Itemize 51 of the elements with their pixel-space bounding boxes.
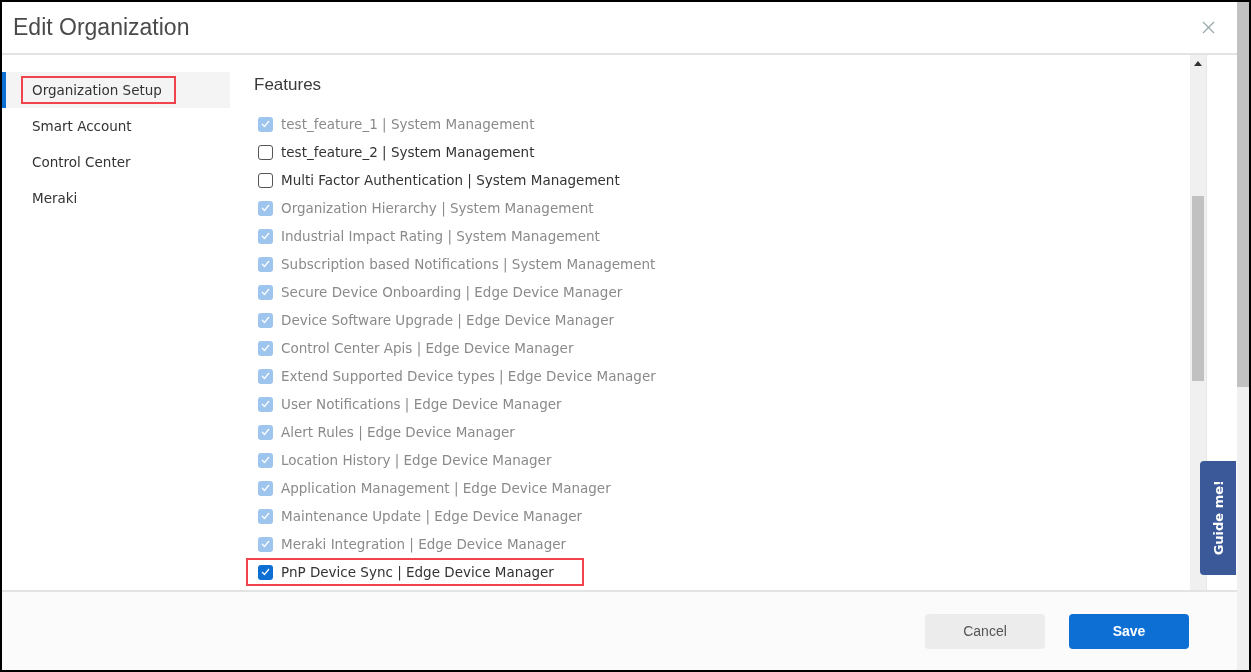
sidebar-item[interactable]: Organization Setup: [2, 72, 230, 108]
close-icon[interactable]: [1202, 21, 1215, 34]
feature-label: Secure Device Onboarding | Edge Device Manager: [281, 284, 623, 300]
check-icon: [261, 428, 270, 436]
save-button[interactable]: Save: [1069, 613, 1189, 649]
feature-label: Industrial Impact Rating | System Management: [281, 228, 600, 244]
feature-label: PnP Device Sync | Edge Device Manager: [281, 564, 554, 580]
feature-label: test_feature_1 | System Management: [281, 116, 535, 132]
guide-tab[interactable]: Guide me!: [1200, 461, 1236, 575]
checkbox[interactable]: [258, 564, 273, 580]
feature-label: Meraki Integration | Edge Device Manager: [281, 536, 567, 552]
page-scrollbar[interactable]: [1237, 2, 1249, 670]
feature-label: Extend Supported Device types | Edge Device Manager: [281, 368, 656, 384]
feature-label: Maintenance Update | Edge Device Manager: [281, 508, 583, 524]
check-icon: [261, 372, 270, 380]
scrollbar[interactable]: [1190, 55, 1206, 590]
feature-label: Control Center Apis | Edge Device Manager: [281, 340, 574, 356]
check-icon: [261, 204, 270, 212]
check-icon: [261, 232, 270, 240]
section-heading: Features: [254, 75, 323, 95]
sidebar-item[interactable]: Smart Account: [2, 108, 230, 144]
check-icon: [261, 120, 270, 128]
check-icon: [261, 288, 270, 296]
checkbox[interactable]: [258, 172, 273, 188]
dialog-title: Edit Organization: [13, 14, 190, 41]
check-icon: [261, 512, 270, 520]
check-icon: [261, 316, 270, 324]
highlighted-label: Smart Account: [31, 117, 133, 136]
check-icon: [261, 456, 270, 464]
feature-label: Alert Rules | Edge Device Manager: [281, 424, 515, 440]
feature-label: test_feature_2 | System Management: [281, 144, 535, 160]
highlighted-label: Meraki: [31, 189, 79, 208]
check-icon: [261, 540, 270, 548]
sidebar-item[interactable]: Control Center: [2, 144, 230, 180]
cancel-button[interactable]: Cancel: [925, 613, 1045, 649]
check-icon: [261, 344, 270, 352]
feature-label: Organization Hierarchy | System Management: [281, 200, 594, 216]
feature-label: User Notifications | Edge Device Manager: [281, 396, 562, 412]
feature-label: Device Software Upgrade | Edge Device Manager: [281, 312, 614, 328]
highlighted-label: Organization Setup: [23, 78, 174, 102]
check-icon: [261, 484, 270, 492]
check-icon: [261, 260, 270, 268]
feature-label: Location History | Edge Device Manager: [281, 452, 552, 468]
feature-label: Subscription based Notifications | System Management: [281, 256, 656, 272]
feature-label: Multi Factor Authentication | System Management: [281, 172, 620, 188]
feature-label: Application Management | Edge Device Manager: [281, 480, 611, 496]
checkbox[interactable]: [258, 144, 273, 160]
check-icon: [261, 568, 270, 576]
highlighted-label: Control Center: [31, 153, 132, 172]
sidebar-item[interactable]: Meraki: [2, 180, 230, 216]
check-icon: [261, 400, 270, 408]
